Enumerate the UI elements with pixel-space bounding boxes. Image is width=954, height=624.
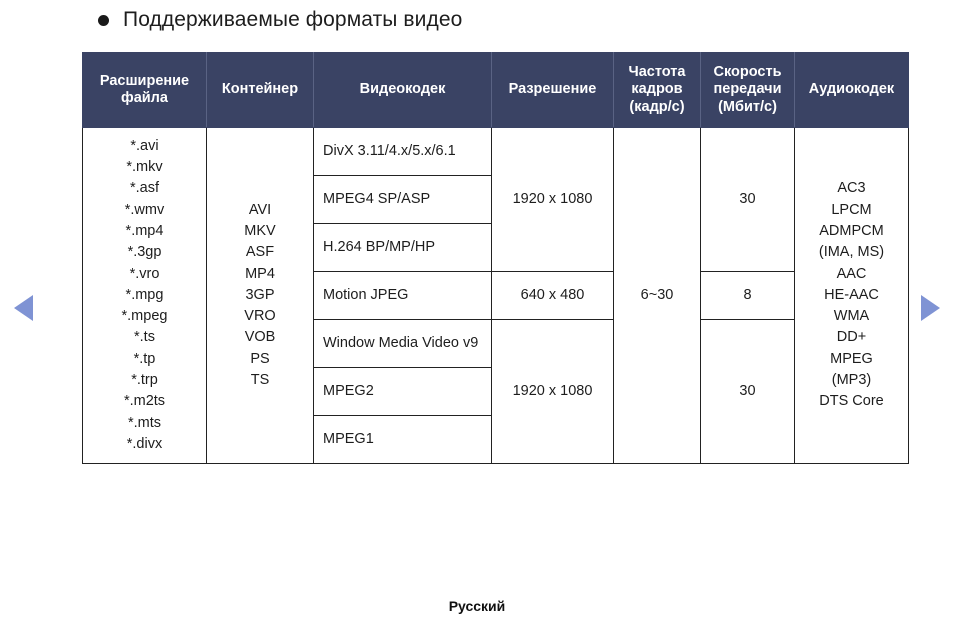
- triangle-left-icon[interactable]: [14, 295, 33, 321]
- cell-audio-codecs: AC3 LPCM ADMPCM (IMA, MS) AAC HE-AAC WMA DD+ MPE…: [794, 127, 909, 464]
- cell-video-codec: MPEG4 SP/ASP: [313, 175, 492, 224]
- cell-file-extensions: *.avi *.mkv *.asf *.wmv *.mp4 *.3gp *.vro *.mpg…: [82, 127, 207, 464]
- bullet-dot-icon: [98, 14, 109, 26]
- cell-bit-rate: 30: [700, 127, 795, 272]
- cell-containers: AVI MKV ASF MP4 3GP VRO VOB PS TS: [206, 127, 314, 464]
- cell-frame-rate: 6~30: [613, 127, 701, 464]
- list-item: *.divx: [126, 436, 163, 453]
- video-formats-table: Расширение файла Контейнер Видеокодек Ра…: [82, 52, 909, 464]
- triangle-right-icon[interactable]: [921, 295, 940, 321]
- page-title: Поддерживаемые форматы видео: [98, 8, 462, 32]
- list-item: MKV: [244, 222, 276, 239]
- cell-video-codec: MPEG1: [313, 415, 492, 464]
- list-item: *.ts: [134, 329, 155, 346]
- page-root: Поддерживаемые форматы видео Расширение …: [0, 0, 954, 624]
- column-header-file-extension: Расширение файла: [82, 52, 207, 128]
- list-item: ASF: [245, 244, 275, 261]
- list-item: AVI: [248, 201, 272, 218]
- list-item: MPEG: [830, 350, 873, 367]
- list-item: VRO: [244, 308, 276, 325]
- column-header-resolution: Разрешение: [491, 52, 614, 128]
- list-item: *.tp: [133, 350, 156, 367]
- list-item: HE-AAC: [824, 286, 879, 303]
- list-item: *.3gp: [127, 244, 162, 261]
- list-item: PS: [250, 350, 270, 367]
- list-item: ADMPCM: [819, 222, 884, 239]
- table-header-row: Расширение файла Контейнер Видеокодек Ра…: [82, 52, 909, 128]
- list-item: *.m2ts: [123, 393, 166, 410]
- list-item: WMA: [833, 308, 870, 325]
- list-item: LPCM: [831, 201, 872, 218]
- list-item: DD+: [836, 329, 867, 346]
- list-item: (IMA, MS): [818, 244, 885, 261]
- list-item: *.avi: [130, 137, 159, 154]
- column-header-audio-codec: Аудиокодек: [794, 52, 909, 128]
- table-body: *.avi *.mkv *.asf *.wmv *.mp4 *.3gp *.vro *.mpg…: [82, 127, 909, 464]
- cell-video-codec: DivX 3.11/4.x/5.x/6.1: [313, 127, 492, 176]
- cell-video-codec: H.264 BP/MP/HP: [313, 223, 492, 272]
- cell-resolution: 1920 x 1080: [491, 319, 614, 464]
- table-row: *.avi *.mkv *.asf *.wmv *.mp4 *.3gp *.vro *.mpg…: [82, 127, 909, 464]
- cell-resolution: 1920 x 1080: [491, 127, 614, 272]
- page-title-text: Поддерживаемые форматы видео: [123, 8, 463, 31]
- footer-language: Русский: [448, 598, 506, 614]
- column-header-container: Контейнер: [206, 52, 314, 128]
- cell-bit-rate: 8: [700, 271, 795, 320]
- list-item: *.trp: [131, 372, 158, 389]
- list-item: *.mts: [127, 414, 162, 431]
- list-item: MP4: [245, 265, 275, 282]
- cell-resolution: 640 x 480: [491, 271, 614, 320]
- list-item: *.wmv: [124, 201, 165, 218]
- list-item: DTS Core: [819, 393, 884, 410]
- cell-bit-rate: 30: [700, 319, 795, 464]
- cell-video-codec: Window Media Video v9: [313, 319, 492, 368]
- column-header-frame-rate: Частота кадров (кадр/с): [613, 52, 701, 128]
- column-header-bit-rate: Скорость передачи (Мбит/с): [700, 52, 795, 128]
- list-item: *.mpeg: [121, 308, 168, 325]
- list-item: AAC: [836, 265, 867, 282]
- cell-video-codec: MPEG2: [313, 367, 492, 416]
- list-item: VOB: [244, 329, 276, 346]
- list-item: (MP3): [831, 372, 872, 389]
- list-item: *.asf: [129, 180, 159, 197]
- column-header-video-codec: Видеокодек: [313, 52, 492, 128]
- cell-video-codec: Motion JPEG: [313, 271, 492, 320]
- list-item: *.mpg: [125, 286, 164, 303]
- list-item: *.mkv: [126, 158, 163, 175]
- list-item: *.mp4: [125, 222, 164, 239]
- list-item: AC3: [837, 180, 866, 197]
- list-item: TS: [250, 372, 270, 389]
- list-item: *.vro: [129, 265, 160, 282]
- list-item: 3GP: [245, 286, 275, 303]
